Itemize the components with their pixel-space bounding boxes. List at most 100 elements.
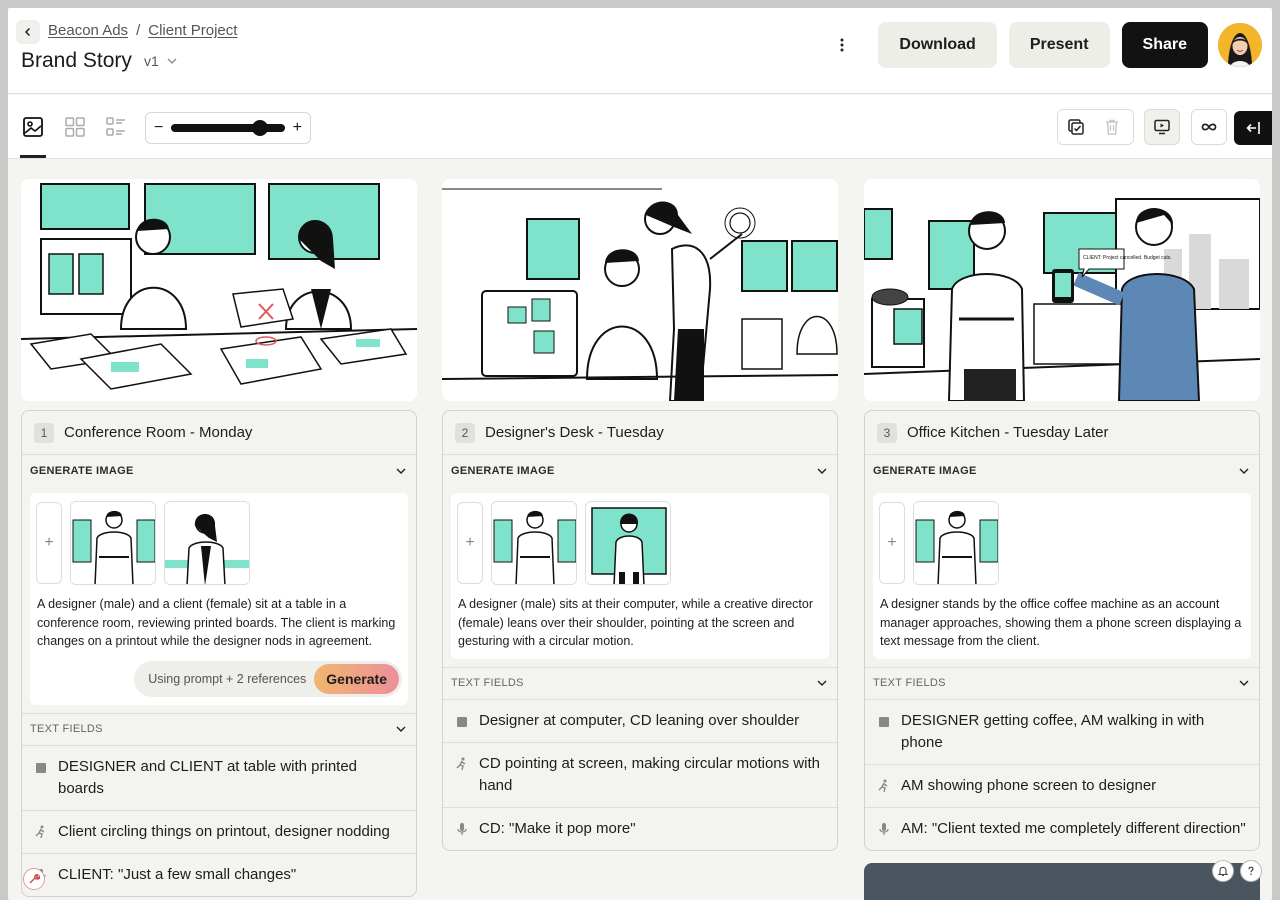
delete-button[interactable] (1094, 110, 1130, 144)
chevron-down-icon (396, 726, 406, 732)
top-header: Beacon Ads / Client Project Brand Story … (8, 8, 1272, 94)
kebab-menu-icon (840, 38, 844, 52)
add-reference-button[interactable]: + (879, 502, 905, 584)
scene-card: 2 Designer's Desk - Tuesday GENERATE IMA… (442, 410, 838, 851)
section-title: TEXT FIELDS (451, 677, 524, 689)
user-avatar[interactable] (1218, 23, 1262, 67)
text-field-scene[interactable]: DESIGNER getting coffee, AM walking in w… (865, 698, 1259, 764)
female-client-reference (165, 502, 249, 584)
preview-button[interactable] (1144, 109, 1180, 145)
breadcrumb-separator: / (136, 22, 141, 39)
text-field-value: CD: "Make it pop more" (479, 819, 636, 837)
reference-thumbnail[interactable] (585, 501, 671, 585)
scene-column-2: 2 Designer's Desk - Tuesday GENERATE IMA… (442, 179, 840, 851)
app-window: Beacon Ads / Client Project Brand Story … (8, 8, 1272, 900)
page-title: Brand Story (21, 49, 132, 72)
presentation-icon (1154, 119, 1170, 135)
reference-thumbnail[interactable] (491, 501, 577, 585)
help-button[interactable] (1240, 860, 1262, 882)
zoom-in-button[interactable]: + (293, 119, 302, 137)
question-mark-icon (1248, 866, 1254, 876)
text-field-value: AM: "Client texted me completely differe… (901, 819, 1246, 837)
generate-image-toggle[interactable]: GENERATE IMAGE (865, 455, 1259, 487)
breadcrumb: Beacon Ads / Client Project (48, 22, 237, 39)
clapperboard-icon (457, 716, 467, 727)
image-view-button[interactable] (21, 115, 45, 139)
back-button[interactable] (16, 20, 40, 44)
text-field-scene[interactable]: Designer at computer, CD leaning over sh… (443, 698, 837, 742)
text-field-value: DESIGNER getting coffee, AM walking in w… (901, 711, 1205, 751)
scene-title[interactable]: Designer's Desk - Tuesday (485, 424, 664, 441)
chevron-down-icon (167, 58, 177, 64)
male-designer-reference (914, 502, 998, 584)
chevron-down-icon (1239, 680, 1249, 686)
tools-button[interactable] (23, 868, 45, 890)
scene-image-2[interactable] (442, 179, 838, 401)
reference-images: + (457, 501, 823, 585)
conference-room-illustration (21, 179, 417, 401)
clapperboard-icon (879, 716, 889, 727)
select-all-button[interactable] (1058, 110, 1094, 144)
section-title: TEXT FIELDS (30, 723, 103, 735)
reference-thumbnail[interactable] (913, 501, 999, 585)
text-fields-toggle[interactable]: TEXT FIELDS (443, 666, 837, 699)
download-button[interactable]: Download (878, 22, 997, 68)
collapse-panel-button[interactable] (1234, 111, 1272, 145)
scene-image-3[interactable]: CLIENT: Project cancelled. Budget cuts. (864, 179, 1260, 401)
text-field-action[interactable]: CD pointing at screen, making circular m… (443, 741, 837, 807)
scene-header[interactable]: 1 Conference Room - Monday (22, 411, 416, 455)
next-scene-image-partial[interactable] (864, 862, 1260, 900)
scene-header[interactable]: 3 Office Kitchen - Tuesday Later (865, 411, 1259, 455)
zoom-slider[interactable] (171, 120, 285, 136)
text-field-scene[interactable]: DESIGNER and CLIENT at table with printe… (22, 744, 416, 810)
text-field-value: AM showing phone screen to designer (901, 776, 1157, 794)
reference-thumbnail[interactable] (164, 501, 250, 585)
phone-text-bubble: CLIENT: Project cancelled. Budget cuts. (1083, 255, 1172, 261)
text-field-action[interactable]: AM showing phone screen to designer (865, 763, 1259, 807)
more-options-button[interactable] (830, 22, 854, 68)
trash-icon (1106, 119, 1118, 135)
version-selector[interactable]: v1 (144, 53, 177, 69)
zoom-slider-thumb[interactable] (251, 120, 268, 136)
scene-title[interactable]: Conference Room - Monday (64, 424, 252, 441)
wrench-icon (29, 874, 40, 884)
scene-image-1[interactable] (21, 179, 417, 401)
scene-title[interactable]: Office Kitchen - Tuesday Later (907, 424, 1109, 441)
chevron-down-icon (817, 468, 827, 474)
male-designer-reference (492, 502, 576, 584)
running-figure-icon (878, 779, 888, 792)
share-button[interactable]: Share (1121, 22, 1208, 68)
breadcrumb-workspace[interactable]: Beacon Ads (48, 22, 128, 39)
generate-image-toggle[interactable]: GENERATE IMAGE (22, 455, 416, 487)
reference-thumbnail[interactable] (70, 501, 156, 585)
add-reference-button[interactable]: + (36, 502, 62, 584)
text-field-dialogue[interactable]: CD: "Make it pop more" (443, 806, 837, 850)
generate-button[interactable]: Generate (314, 663, 399, 694)
text-fields-toggle[interactable]: TEXT FIELDS (22, 712, 416, 745)
text-fields-toggle[interactable]: TEXT FIELDS (865, 666, 1259, 699)
scene-header[interactable]: 2 Designer's Desk - Tuesday (443, 411, 837, 455)
view-toolbar: − + (8, 95, 1272, 159)
scene-column-3: CLIENT: Project cancelled. Budget cuts. … (864, 179, 1262, 900)
add-reference-button[interactable]: + (457, 502, 483, 584)
zoom-out-button[interactable]: − (154, 119, 163, 137)
scene-number: 2 (455, 422, 475, 443)
text-field-action[interactable]: Client circling things on printout, desi… (22, 809, 416, 853)
copy-check-icon (1068, 119, 1084, 135)
image-prompt[interactable]: A designer stands by the office coffee m… (879, 595, 1245, 651)
notifications-button[interactable] (1212, 860, 1234, 882)
avatar-portrait (1218, 23, 1262, 67)
list-view-button[interactable] (104, 115, 128, 139)
present-button[interactable]: Present (1008, 22, 1110, 68)
text-field-dialogue[interactable]: CLIENT: "Just a few small changes" (22, 852, 416, 896)
generate-image-toggle[interactable]: GENERATE IMAGE (443, 455, 837, 487)
text-field-dialogue[interactable]: AM: "Client texted me completely differe… (865, 806, 1259, 850)
active-view-indicator (20, 155, 46, 158)
image-prompt[interactable]: A designer (male) and a client (female) … (36, 595, 402, 651)
loop-button[interactable] (1191, 109, 1227, 145)
section-title: GENERATE IMAGE (30, 465, 134, 477)
microphone-icon (879, 822, 889, 835)
grid-view-button[interactable] (63, 115, 87, 139)
breadcrumb-project[interactable]: Client Project (148, 22, 237, 39)
image-prompt[interactable]: A designer (male) sits at their computer… (457, 595, 823, 651)
